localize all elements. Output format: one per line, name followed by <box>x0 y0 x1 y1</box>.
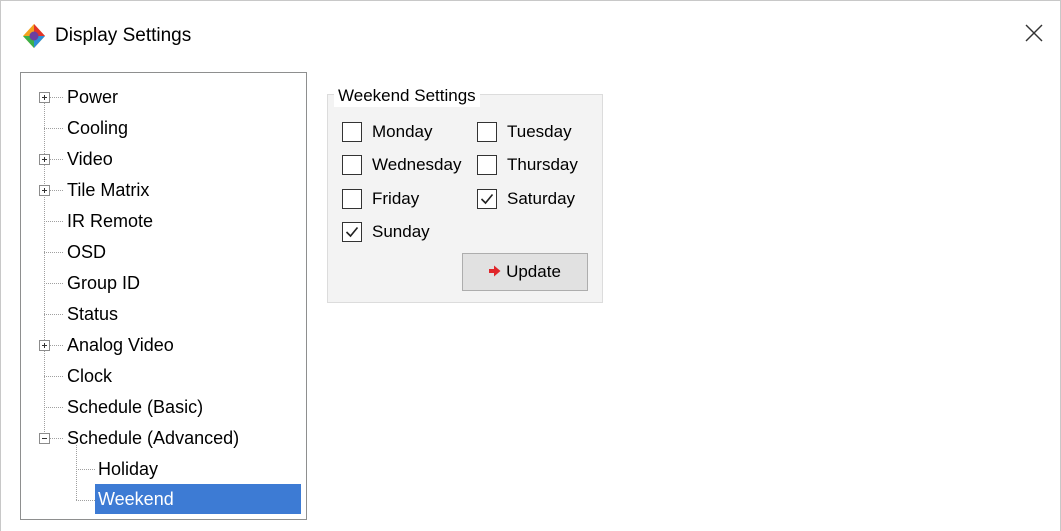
tree-item-holiday[interactable]: Holiday <box>95 455 161 483</box>
tree-item-power[interactable]: Power <box>64 83 121 111</box>
tree-item-group-id[interactable]: Group ID <box>64 269 143 297</box>
tree-item-tile-matrix[interactable]: Tile Matrix <box>64 176 152 204</box>
sunday-checkbox-box[interactable] <box>342 222 362 242</box>
wednesday-label: Wednesday <box>372 155 462 174</box>
checkmark-icon <box>480 193 494 205</box>
tuesday-checkbox-box[interactable] <box>477 122 497 142</box>
tree-item-video[interactable]: Video <box>64 145 116 173</box>
tree-item-schedule-basic[interactable]: Schedule (Basic) <box>64 393 206 421</box>
sunday-checkbox[interactable]: Sunday <box>342 221 430 243</box>
sunday-label: Sunday <box>372 222 430 241</box>
saturday-checkbox-box[interactable] <box>477 189 497 209</box>
wednesday-checkbox[interactable]: Wednesday <box>342 154 461 176</box>
friday-checkbox[interactable]: Friday <box>342 188 419 210</box>
display-settings-app-icon <box>21 23 47 49</box>
thursday-label: Thursday <box>507 155 578 174</box>
tree-item-analog-video[interactable]: Analog Video <box>64 331 177 359</box>
checkmark-icon <box>345 226 359 238</box>
tree-item-schedule-advanced[interactable]: Schedule (Advanced) <box>64 424 242 452</box>
window-title: Display Settings <box>55 25 192 46</box>
display-settings-window: Display Settings Power Cooling Video Til… <box>0 0 1061 531</box>
expand-video-icon[interactable] <box>39 154 50 165</box>
settings-tree[interactable]: Power Cooling Video Tile Matrix IR Remot… <box>20 72 307 520</box>
tree-item-clock[interactable]: Clock <box>64 362 115 390</box>
close-button[interactable] <box>1011 13 1057 57</box>
thursday-checkbox-box[interactable] <box>477 155 497 175</box>
weekend-settings-title: Weekend Settings <box>334 85 480 107</box>
red-arrow-right-icon <box>489 262 501 282</box>
saturday-checkbox[interactable]: Saturday <box>477 188 575 210</box>
update-button-label: Update <box>506 262 561 281</box>
monday-checkbox-box[interactable] <box>342 122 362 142</box>
update-button[interactable]: Update <box>462 253 588 291</box>
expand-tile-matrix-icon[interactable] <box>39 185 50 196</box>
monday-checkbox[interactable]: Monday <box>342 121 432 143</box>
thursday-checkbox[interactable]: Thursday <box>477 154 578 176</box>
bottom-edge <box>1 520 1060 531</box>
friday-label: Friday <box>372 189 420 208</box>
friday-checkbox-box[interactable] <box>342 189 362 209</box>
expand-power-icon[interactable] <box>39 92 50 103</box>
wednesday-checkbox-box[interactable] <box>342 155 362 175</box>
tree-item-weekend[interactable]: Weekend <box>95 484 301 514</box>
tree-item-osd[interactable]: OSD <box>64 238 109 266</box>
expand-analog-video-icon[interactable] <box>39 340 50 351</box>
close-icon <box>1025 24 1043 47</box>
title-bar: Display Settings <box>1 1 1060 61</box>
tree-item-status[interactable]: Status <box>64 300 121 328</box>
tree-item-ir-remote[interactable]: IR Remote <box>64 207 156 235</box>
tree-item-cooling[interactable]: Cooling <box>64 114 131 142</box>
saturday-label: Saturday <box>507 189 576 208</box>
collapse-schedule-advanced-icon[interactable] <box>39 433 50 444</box>
monday-label: Monday <box>372 122 433 141</box>
tuesday-label: Tuesday <box>507 122 572 141</box>
tuesday-checkbox[interactable]: Tuesday <box>477 121 572 143</box>
